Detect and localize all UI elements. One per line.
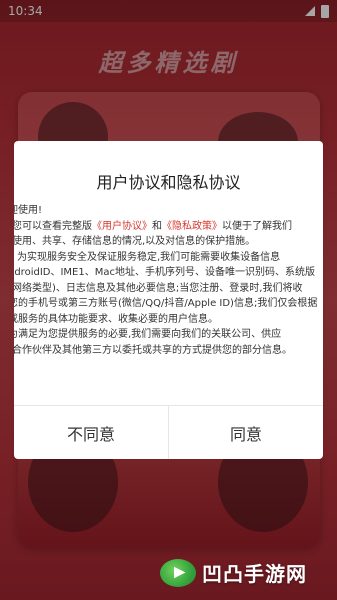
body-line: 或服务的具体功能要求、收集必要的用户信息。	[14, 313, 218, 325]
dialog-buttons: 不同意 同意	[14, 406, 323, 459]
agree-button[interactable]: 同意	[169, 406, 323, 459]
body-line: 合作伙伴及其他第三方以委托或共享的方式提供您的部分信息。	[14, 344, 292, 356]
body-line: 迎使用!	[14, 205, 43, 216]
body-line: ndroidID、IME1、Mac地址、手机序列号、设备唯一识别码、系统版	[14, 267, 315, 278]
body-line: 网络类型)、日志信息及其他必要信息;当您注册、登录时,我们将收	[14, 282, 303, 294]
watermark-text: 凹凸手游网	[202, 562, 307, 586]
body-line-links: 您可以查看完整版《用户协议》和《隐私政策》以便于了解我们	[14, 219, 323, 235]
agreement-dialog: 用户协议和隐私协议 迎使用! 您可以查看完整版《用户协议》和《隐私政策》以便于了…	[14, 141, 323, 459]
disagree-button[interactable]: 不同意	[14, 406, 168, 459]
body-line: 您的手机号或第三方账号(微信/QQ/抖音/Apple ID)信息;我们仅会根据	[14, 298, 318, 309]
body-line: 使用、共享、存储信息的情况,以及对信息的保护措施。	[14, 236, 256, 247]
privacy-policy-link[interactable]: 《隐私政策》	[162, 221, 222, 232]
user-agreement-link[interactable]: 《用户协议》	[92, 221, 152, 232]
watermark-logo-icon	[160, 558, 196, 587]
body-line: 以便于了解我们	[222, 220, 292, 232]
dialog-body: 迎使用! 您可以查看完整版《用户协议》和《隐私政策》以便于了解我们 使用、共享、…	[14, 203, 323, 358]
body-line: 为实现服务安全及保证服务稳定,我们可能需要收集设备信息	[17, 251, 281, 263]
watermark: 凹凸手游网	[160, 558, 307, 587]
body-line: 为满足为您提供服务的必要,我们需要向我们的关联公司、供应	[14, 329, 282, 340]
dialog-title: 用户协议和隐私协议	[96, 173, 241, 192]
and-text: 和	[152, 220, 162, 232]
body-line: 您可以查看完整版	[14, 220, 92, 232]
